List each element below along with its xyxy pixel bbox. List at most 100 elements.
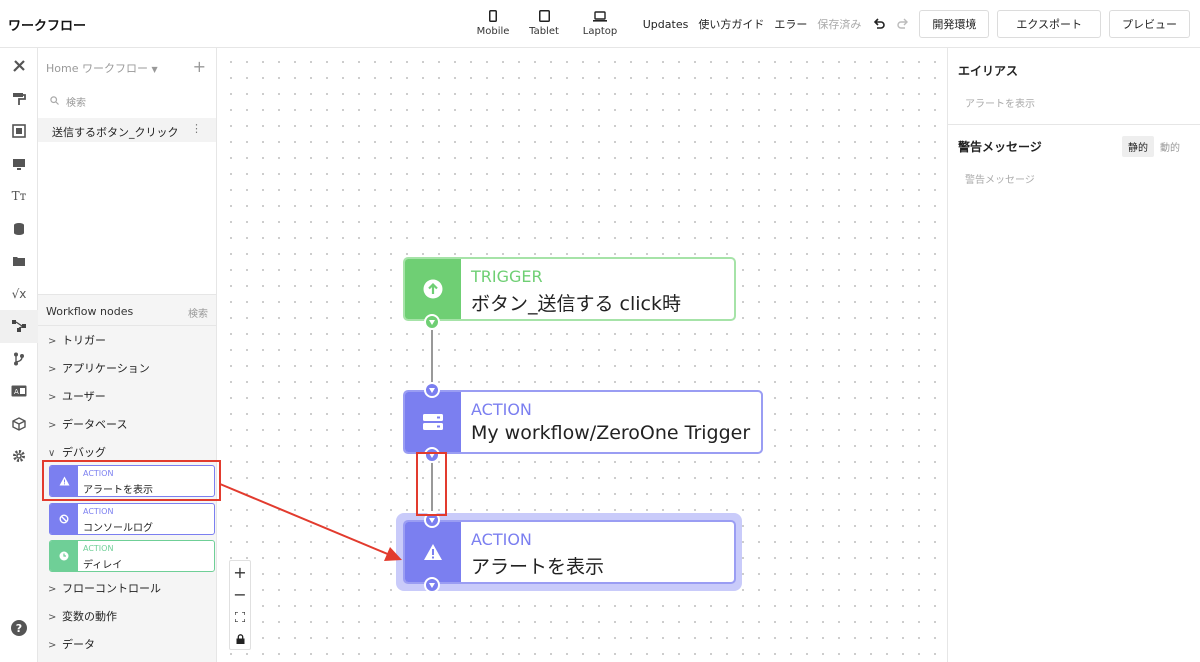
workflow-canvas[interactable]: TRIGGER ボタン_送信する click時 ACTION My workfl… xyxy=(217,48,947,662)
chevron-right-icon: > xyxy=(48,392,57,403)
laptop-icon xyxy=(574,8,626,24)
layout-icon[interactable] xyxy=(0,115,38,148)
category-database[interactable]: > データベース xyxy=(48,416,127,432)
folder-icon[interactable] xyxy=(0,245,38,278)
nodes-title: Workflow nodes xyxy=(46,305,134,318)
chevron-right-icon: > xyxy=(48,420,57,431)
server-icon xyxy=(405,392,461,452)
category-flow-control[interactable]: > フローコントロール xyxy=(48,580,161,596)
static-toggle[interactable]: 静的 xyxy=(1122,136,1154,157)
guide-link[interactable]: 使い方ガイド xyxy=(698,16,764,32)
updates-link[interactable]: Updates xyxy=(643,18,689,31)
clock-icon xyxy=(50,541,78,571)
divider xyxy=(948,124,1200,125)
flow-node-trigger[interactable]: TRIGGER ボタン_送信する click時 xyxy=(403,257,736,330)
monitor-icon[interactable] xyxy=(0,148,38,181)
input-port-icon[interactable] xyxy=(424,512,440,528)
node-kind: ACTION xyxy=(83,469,114,478)
left-panel: Home ワークフロー ▼ + 検索 送信するボタン_クリック ⋮ Workfl… xyxy=(38,48,217,662)
category-user[interactable]: > ユーザー xyxy=(48,388,106,404)
search-input[interactable]: 検索 xyxy=(66,94,86,109)
device-switcher: Mobile Tablet Laptop xyxy=(472,8,626,37)
preview-button[interactable]: プレビュー xyxy=(1109,10,1190,38)
export-button[interactable]: エクスポート xyxy=(997,10,1101,38)
device-tablet[interactable]: Tablet xyxy=(514,8,574,37)
add-workflow-button[interactable]: + xyxy=(193,57,206,76)
top-actions: Updates 使い方ガイド エラー 保存済み 開発環境 エクスポート プレビュ… xyxy=(643,0,1200,48)
workflow-name: 送信するボタン_クリック xyxy=(52,126,179,139)
dev-env-button[interactable]: 開発環境 xyxy=(919,10,990,38)
help-icon[interactable]: ? xyxy=(11,620,27,636)
more-menu-icon[interactable]: ⋮ xyxy=(191,122,202,135)
workflow-list-item[interactable]: 送信するボタン_クリック ⋮ xyxy=(38,118,216,142)
workflow-search[interactable]: 検索 xyxy=(50,94,86,109)
flow-node-action-trigger[interactable]: ACTION My workflow/ZeroOne Trigger xyxy=(403,382,763,463)
alias-title: エイリアス xyxy=(958,64,1019,78)
cube-icon[interactable] xyxy=(0,408,38,441)
arrow-up-circle-icon xyxy=(405,259,461,319)
node-card-show-alert[interactable]: ACTION アラートを表示 xyxy=(49,465,215,497)
zoom-in-button[interactable]: + xyxy=(230,561,250,583)
top-bar: ワークフロー Mobile Tablet Laptop Updates 使い方ガ… xyxy=(0,0,1200,48)
flow-node-name: アラートを表示 xyxy=(471,556,605,578)
paint-roller-icon[interactable] xyxy=(0,83,38,116)
chevron-right-icon: > xyxy=(48,584,57,595)
lock-button[interactable] xyxy=(230,627,250,649)
chevron-down-icon: ∨ xyxy=(48,448,56,459)
fit-icon xyxy=(234,607,246,626)
edge-trigger-action xyxy=(431,330,433,382)
zoom-controls: + − xyxy=(229,560,251,650)
workflow-nodes-panel: Workflow nodes 検索 > トリガー > アプリケーション > ユーザー … xyxy=(38,294,216,662)
input-port-icon[interactable] xyxy=(424,382,440,398)
fit-view-button[interactable] xyxy=(230,605,250,627)
alias-input[interactable]: アラートを表示 xyxy=(965,95,1035,110)
undo-icon[interactable] xyxy=(871,16,887,32)
chevron-right-icon: > xyxy=(48,640,57,651)
tablet-icon xyxy=(514,8,574,24)
chevron-right-icon: > xyxy=(48,336,57,347)
edge-action-alert xyxy=(431,459,433,511)
node-card-console-log[interactable]: ACTION コンソールログ xyxy=(49,503,215,535)
chevron-right-icon: > xyxy=(48,612,57,623)
node-card-delay[interactable]: ACTION ディレイ xyxy=(49,540,215,572)
message-input[interactable]: 警告メッセージ xyxy=(965,171,1035,186)
database-icon[interactable] xyxy=(0,213,38,246)
output-port-icon[interactable] xyxy=(424,577,440,593)
formula-icon[interactable]: √x xyxy=(0,278,38,311)
node-name: コンソールログ xyxy=(83,523,153,534)
category-data[interactable]: > データ xyxy=(48,636,95,652)
dynamic-toggle[interactable]: 動的 xyxy=(1154,136,1186,157)
lock-icon xyxy=(236,629,245,648)
device-laptop-label: Laptop xyxy=(582,26,618,37)
zoom-out-button[interactable]: − xyxy=(230,583,250,605)
text-icon[interactable]: Tт xyxy=(0,180,38,213)
errors-link[interactable]: エラー xyxy=(774,16,807,32)
node-kind: ACTION xyxy=(83,544,114,553)
app-title: ワークフロー xyxy=(8,19,87,34)
nodes-search-button[interactable]: 検索 xyxy=(188,305,208,320)
branch-icon[interactable] xyxy=(0,343,38,376)
mobile-icon xyxy=(472,8,514,24)
flow-node-name: My workflow/ZeroOne Trigger xyxy=(471,422,751,444)
flow-node-show-alert[interactable]: ACTION アラートを表示 xyxy=(403,512,736,593)
device-mobile[interactable]: Mobile xyxy=(472,8,514,37)
device-laptop[interactable]: Laptop xyxy=(574,8,626,37)
device-tablet-label: Tablet xyxy=(529,26,559,37)
flow-node-kind: ACTION xyxy=(471,530,532,549)
redo-icon[interactable] xyxy=(895,16,911,32)
flow-node-name: ボタン_送信する click時 xyxy=(471,293,681,315)
category-debug[interactable]: ∨ デバッグ xyxy=(48,444,106,460)
caret-down-icon: ▼ xyxy=(151,65,158,74)
icon-rail: Tт √x A ? xyxy=(0,48,38,662)
id-card-icon[interactable]: A xyxy=(0,375,38,408)
category-application[interactable]: > アプリケーション xyxy=(48,360,150,376)
tools-icon[interactable] xyxy=(0,50,38,83)
warning-icon xyxy=(50,466,78,496)
category-trigger[interactable]: > トリガー xyxy=(48,332,106,348)
category-variables[interactable]: > 変数の動作 xyxy=(48,608,117,624)
output-port-icon[interactable] xyxy=(424,314,440,330)
workflow-select[interactable]: Home ワークフロー ▼ xyxy=(46,60,158,76)
output-port-icon[interactable] xyxy=(424,447,440,463)
workflow-icon[interactable] xyxy=(0,310,38,343)
gear-icon[interactable] xyxy=(0,440,38,473)
